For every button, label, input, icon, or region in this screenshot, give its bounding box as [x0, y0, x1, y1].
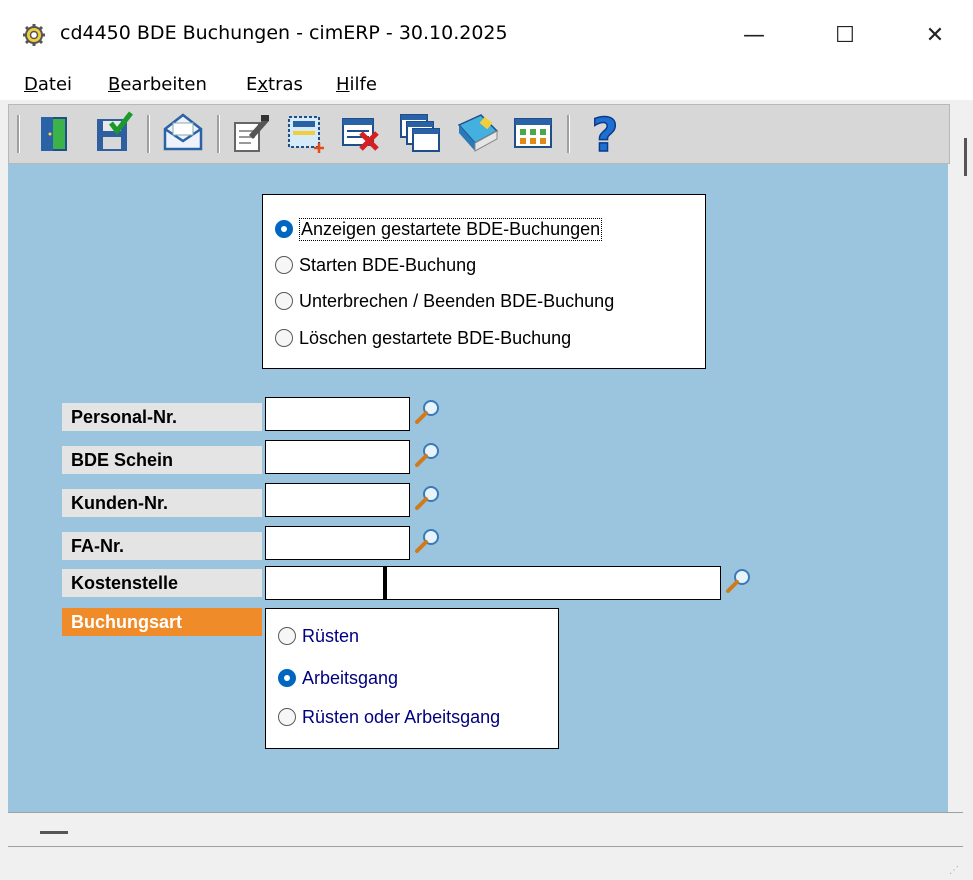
- menu-hilfe[interactable]: Hilfe: [336, 74, 377, 95]
- help-icon[interactable]: ?: [581, 107, 629, 163]
- status-bar-bottom: ⋰: [8, 846, 963, 880]
- toolbar: ?: [8, 104, 950, 164]
- label-kostenstelle: Kostenstelle: [62, 569, 262, 597]
- status-bar: [8, 812, 963, 847]
- close-button[interactable]: ✕: [912, 18, 958, 54]
- save-icon[interactable]: [89, 109, 137, 157]
- grid-icon[interactable]: [509, 109, 557, 157]
- lookup-icon[interactable]: [413, 441, 441, 469]
- radio-ruesten[interactable]: Rüsten: [278, 623, 359, 649]
- resize-grip-icon[interactable]: ⋰: [949, 865, 959, 876]
- svg-text:?: ?: [592, 109, 619, 157]
- window-title: cd4450 BDE Buchungen - cimERP - 30.10.20…: [60, 22, 508, 44]
- gear-icon: [23, 24, 45, 46]
- title-bar: cd4450 BDE Buchungen - cimERP - 30.10.20…: [0, 0, 973, 70]
- label-fa-nr: FA-Nr.: [62, 532, 262, 560]
- radio-button[interactable]: [275, 292, 293, 310]
- delete-icon[interactable]: [337, 109, 385, 157]
- radio-arbeitsgang[interactable]: Arbeitsgang: [278, 665, 398, 691]
- fa-nr-input[interactable]: [265, 526, 410, 560]
- toolbar-separator: [217, 115, 220, 153]
- radio-unterbrechen[interactable]: Unterbrechen / Beenden BDE-Buchung: [275, 288, 614, 314]
- toolbar-separator: [567, 115, 570, 153]
- radio-button[interactable]: [275, 256, 293, 274]
- menu-bar: Datei Bearbeiten Extras Hilfe: [0, 70, 973, 100]
- toolbar-separator: [147, 115, 150, 153]
- radio-ruesten-oder-arbeitsgang[interactable]: Rüsten oder Arbeitsgang: [278, 704, 500, 730]
- label-buchungsart: Buchungsart: [62, 608, 262, 636]
- edit-icon[interactable]: [227, 109, 275, 157]
- toolbar-separator: [17, 115, 20, 153]
- label-personal-nr: Personal-Nr.: [62, 403, 262, 431]
- label-bde-schein: BDE Schein: [62, 446, 262, 474]
- menu-datei[interactable]: Datei: [24, 74, 72, 95]
- radio-button-checked[interactable]: [278, 669, 296, 687]
- book-icon[interactable]: [453, 109, 501, 157]
- lookup-icon[interactable]: [413, 527, 441, 555]
- application-window: cd4450 BDE Buchungen - cimERP - 30.10.20…: [0, 0, 973, 880]
- label-kunden-nr: Kunden-Nr.: [62, 489, 262, 517]
- radio-anzeigen[interactable]: Anzeigen gestartete BDE-Buchungen: [275, 216, 603, 242]
- windows-icon[interactable]: [395, 109, 443, 157]
- scroll-indicator: [964, 138, 967, 176]
- lookup-icon[interactable]: [413, 398, 441, 426]
- maximize-button[interactable]: ☐: [822, 18, 868, 54]
- mail-icon[interactable]: [159, 109, 207, 157]
- kostenstelle-code-input[interactable]: [265, 566, 386, 600]
- personal-nr-input[interactable]: [265, 397, 410, 431]
- radio-button[interactable]: [275, 329, 293, 347]
- radio-button[interactable]: [278, 627, 296, 645]
- main-panel: Anzeigen gestartete BDE-Buchungen Starte…: [8, 164, 948, 812]
- menu-bearbeiten[interactable]: Bearbeiten: [108, 74, 207, 95]
- menu-extras[interactable]: Extras: [246, 74, 303, 95]
- radio-loeschen[interactable]: Löschen gestartete BDE-Buchung: [275, 325, 571, 351]
- radio-button-checked[interactable]: [275, 220, 293, 238]
- radio-button[interactable]: [278, 708, 296, 726]
- lookup-icon[interactable]: [724, 567, 752, 595]
- lookup-icon[interactable]: [413, 484, 441, 512]
- kostenstelle-name-input[interactable]: [386, 566, 721, 600]
- kunden-nr-input[interactable]: [265, 483, 410, 517]
- exit-icon[interactable]: [31, 109, 79, 157]
- minimize-indicator: [40, 831, 68, 834]
- new-record-icon[interactable]: [281, 109, 329, 157]
- radio-starten[interactable]: Starten BDE-Buchung: [275, 252, 476, 278]
- minimize-button[interactable]: —: [731, 18, 777, 54]
- bde-schein-input[interactable]: [265, 440, 410, 474]
- mode-radio-group: Anzeigen gestartete BDE-Buchungen Starte…: [262, 194, 706, 369]
- buchungsart-radio-group: Rüsten Arbeitsgang Rüsten oder Arbeitsga…: [265, 608, 559, 749]
